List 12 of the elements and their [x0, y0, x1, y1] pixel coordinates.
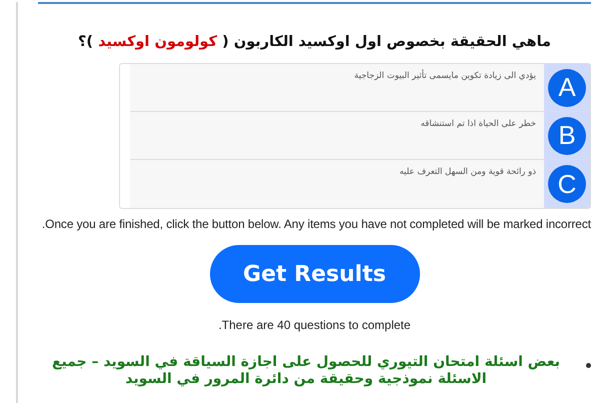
option-letter: A — [548, 68, 586, 107]
question-title: ماهي الحقيقة بخصوص اول اوكسيد الكاربون ( كولومون اوكسيد )؟ — [76, 34, 552, 52]
option-letter: C — [548, 165, 586, 204]
get-results-button[interactable]: Get Results — [210, 245, 420, 304]
option-text: يؤدي الى زيادة تكوين مايسمى تأثير البيوت الزجاجية — [354, 68, 537, 84]
bullet-text: بعض اسئلة امتحان التيوري للحصول على اجازة السياقة في السويد – جميع الاسئلة نموذجية وحقيقة من دائرة المرور في السويد — [50, 354, 562, 388]
question-count-text: There are 40 questions to complete. — [217, 317, 412, 334]
option-text: ذو رائحة قوية ومن السهل التعرف عليه — [400, 166, 537, 180]
instructions-text: Once you are finished, click the button below. Any items you have not completed will be marked incorrect. — [40, 216, 591, 234]
option-text: خطر على الحياة اذا تم استنشاقه — [420, 118, 537, 132]
bullet-icon — [586, 363, 591, 368]
option-letter: B — [548, 116, 586, 155]
